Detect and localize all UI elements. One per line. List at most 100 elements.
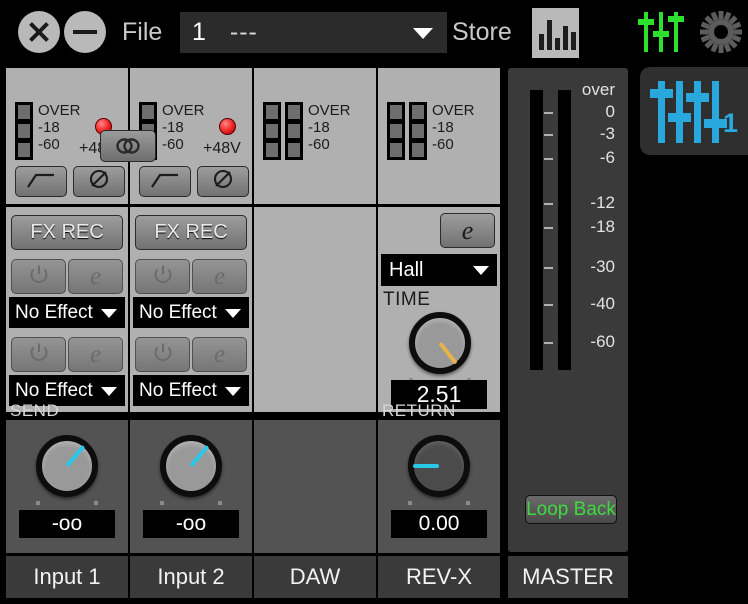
channel-name-input-1[interactable]: Input 1 — [6, 556, 128, 598]
fx-slot-1-edit-button[interactable]: e — [192, 259, 247, 294]
phase-invert-icon — [212, 168, 234, 195]
send-section: SEND -oo — [6, 401, 128, 553]
power-icon — [29, 264, 49, 289]
return-label: RETURN — [382, 401, 456, 420]
send-value[interactable]: -oo — [143, 510, 239, 538]
minimize-icon — [64, 11, 106, 53]
revx-level-meter — [387, 102, 427, 160]
file-select[interactable]: 1 --- — [180, 12, 447, 53]
minimize-button[interactable] — [64, 11, 106, 53]
revx-section: e Hall TIME 2.51 — [378, 207, 500, 412]
store-button[interactable]: Store — [452, 18, 512, 47]
edit-e-icon: e — [89, 340, 102, 368]
chevron-down-icon — [413, 28, 433, 39]
fx-rec-label: FX REC — [30, 221, 104, 243]
master-meter-right — [558, 90, 571, 370]
top-toolbar: File 1 --- Store — [0, 0, 748, 64]
channel-name-revx[interactable]: REV-X — [378, 556, 500, 598]
chevron-down-icon — [101, 386, 117, 396]
master-scale-40: -40 — [590, 294, 615, 313]
fx-slot-1-select[interactable]: No Effect — [9, 297, 125, 328]
fx-slot-1-value: No Effect — [139, 301, 217, 323]
send-knob[interactable] — [36, 435, 98, 505]
send-knob[interactable] — [160, 435, 222, 505]
fx-slot-2-edit-button[interactable]: e — [192, 337, 247, 372]
mixer-window: File 1 --- Store OVER -18 -60 +48V FX RE… — [0, 0, 748, 604]
fx-section: FX REC e No Effect e No Effect — [6, 207, 128, 412]
fx-slot-2-edit-button[interactable]: e — [68, 337, 123, 372]
fx-slot-1-power-button[interactable] — [11, 259, 66, 294]
file-label: File — [122, 18, 163, 46]
master-scale-30: -30 — [590, 257, 615, 276]
meter-tick — [544, 203, 553, 205]
link-chain-icon — [115, 137, 141, 155]
master-scale-60: -60 — [590, 332, 615, 351]
meter-tick — [544, 134, 553, 136]
fx-slot-1-edit-button[interactable]: e — [68, 259, 123, 294]
fx-rec-button[interactable]: FX REC — [11, 215, 123, 250]
fx-slot-2-value: No Effect — [139, 379, 217, 401]
send-value[interactable]: -oo — [19, 510, 115, 538]
meter-bars-icon[interactable] — [532, 8, 579, 58]
fx-slot-2-power-button[interactable] — [135, 337, 190, 372]
master-scale-12: -12 — [590, 193, 615, 212]
channel-name-label: REV-X — [405, 564, 473, 589]
layer-number: 1 — [722, 108, 738, 138]
master-meter-left — [530, 90, 543, 370]
edit-e-icon: e — [89, 262, 102, 290]
channel-name-label: MASTER — [522, 564, 614, 589]
meter-tick — [544, 342, 553, 344]
meter-tick — [544, 304, 553, 306]
channel-name-master[interactable]: MASTER — [508, 556, 628, 598]
phantom-power-led[interactable] — [219, 118, 236, 135]
meter-section: OVER -18 -60 — [378, 68, 500, 204]
layer-sidebar: 1 — [632, 64, 748, 604]
channel-name-daw[interactable]: DAW — [254, 556, 376, 598]
meter-scale-labels: OVER -18 -60 — [38, 102, 81, 153]
channel-strip-revx: OVER -18 -60 e Hall TIME 2.51 RETURN 0.0… — [378, 64, 502, 604]
stereo-link-button[interactable] — [100, 130, 156, 162]
return-value[interactable]: 0.00 — [391, 510, 487, 538]
mixer-strips: OVER -18 -60 +48V FX REC e No Effect e N… — [0, 64, 748, 604]
highpass-filter-button[interactable] — [139, 166, 191, 197]
master-scale-18: -18 — [590, 217, 615, 236]
revx-edit-button[interactable]: e — [440, 213, 495, 248]
revx-time-label: TIME — [383, 289, 431, 310]
loop-back-button[interactable]: Loop Back — [525, 495, 617, 524]
revx-time-knob[interactable] — [409, 312, 471, 382]
mixer-faders-icon[interactable] — [638, 12, 684, 52]
fx-slot-1-value: No Effect — [15, 301, 93, 323]
fx-slot-1-select[interactable]: No Effect — [133, 297, 249, 328]
highpass-filter-icon — [150, 170, 180, 193]
revx-program-select[interactable]: Hall — [381, 254, 497, 286]
chevron-down-icon — [473, 266, 489, 275]
fx-rec-button[interactable]: FX REC — [135, 215, 247, 250]
channel-name-input-2[interactable]: Input 2 — [130, 556, 252, 598]
meter-tick — [544, 267, 553, 269]
fx-section: FX REC e No Effect e No Effect — [130, 207, 252, 412]
close-button[interactable] — [18, 11, 60, 53]
edit-e-icon: e — [213, 262, 226, 290]
polarity-invert-button[interactable] — [197, 166, 249, 197]
master-meter-panel: over 0 -3 -6 -12 -18 -30 -40 -60 Loop Ba… — [508, 68, 628, 552]
channel-strip-daw: OVER -18 -60 DAW — [254, 64, 378, 604]
send-section: -oo — [130, 420, 252, 553]
meter-tick — [544, 112, 553, 114]
return-knob[interactable] — [408, 435, 470, 505]
fx-slot-2-value: No Effect — [15, 379, 93, 401]
master-scale-3: -3 — [599, 124, 615, 143]
highpass-filter-icon — [26, 170, 56, 193]
meter-section: OVER -18 -60 — [254, 68, 376, 204]
layer-1-button[interactable]: 1 — [640, 67, 748, 155]
fx-rec-label: FX REC — [154, 221, 228, 243]
fx-slot-2-select[interactable]: No Effect — [133, 375, 249, 406]
polarity-invert-button[interactable] — [73, 166, 125, 197]
highpass-filter-button[interactable] — [15, 166, 67, 197]
fx-slot-1-power-button[interactable] — [135, 259, 190, 294]
daw-level-meter — [263, 102, 303, 160]
meter-scale-labels: OVER -18 -60 — [432, 102, 475, 153]
gear-icon[interactable] — [700, 11, 742, 53]
fx-slot-2-power-button[interactable] — [11, 337, 66, 372]
meter-tick — [544, 158, 553, 160]
send-section-empty — [254, 420, 376, 553]
